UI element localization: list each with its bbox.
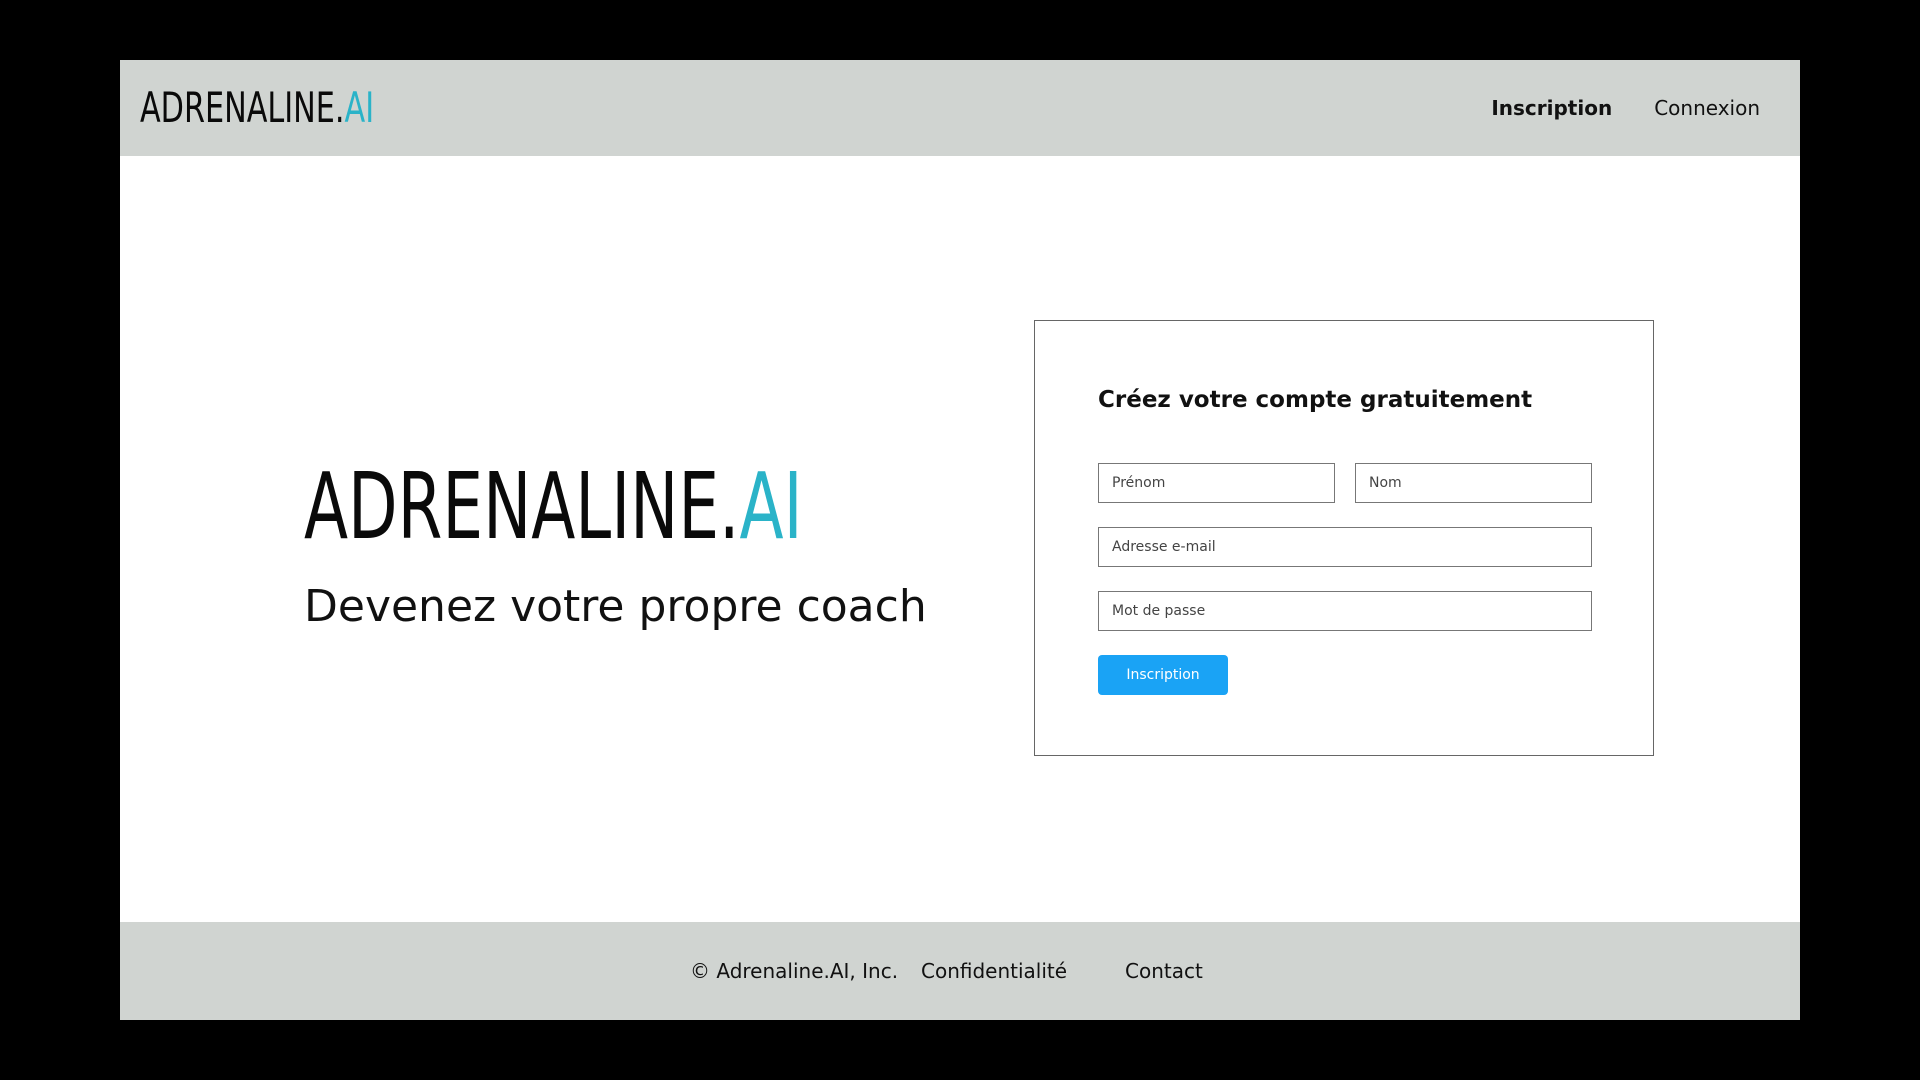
nav-inscription-link[interactable]: Inscription <box>1491 96 1612 120</box>
footer-privacy-link[interactable]: Confidentialité <box>921 922 1067 1020</box>
password-input[interactable] <box>1098 591 1592 631</box>
signup-card: Créez votre compte gratuitement Inscript… <box>1034 320 1654 756</box>
footer-copyright: © Adrenaline.AI, Inc. <box>690 959 899 983</box>
hero-logo-accent: AI <box>739 453 803 560</box>
email-input[interactable] <box>1098 527 1592 567</box>
nav-connexion-link[interactable]: Connexion <box>1654 96 1760 120</box>
signup-title: Créez votre compte gratuitement <box>1098 387 1533 413</box>
logo-text-main: ADRENALINE. <box>140 83 345 132</box>
footer-contact-link[interactable]: Contact <box>1125 922 1203 1020</box>
footer-bar: © Adrenaline.AI, Inc. Confidentialité Co… <box>120 922 1800 1020</box>
firstname-input[interactable] <box>1098 463 1335 503</box>
hero-logo-main: ADRENALINE. <box>304 453 740 560</box>
header-logo[interactable]: ADRENALINE.AI <box>140 82 374 134</box>
header-bar: ADRENALINE.AI Inscription Connexion <box>120 60 1800 156</box>
hero-tagline: Devenez votre propre coach <box>304 581 927 632</box>
logo-text-accent: AI <box>344 83 375 132</box>
top-nav: Inscription Connexion <box>1491 60 1760 156</box>
lastname-input[interactable] <box>1355 463 1592 503</box>
signup-submit-button[interactable]: Inscription <box>1098 655 1228 695</box>
page: ADRENALINE.AI Inscription Connexion ADRE… <box>120 60 1800 1020</box>
hero-logo: ADRENALINE.AI <box>304 452 803 562</box>
